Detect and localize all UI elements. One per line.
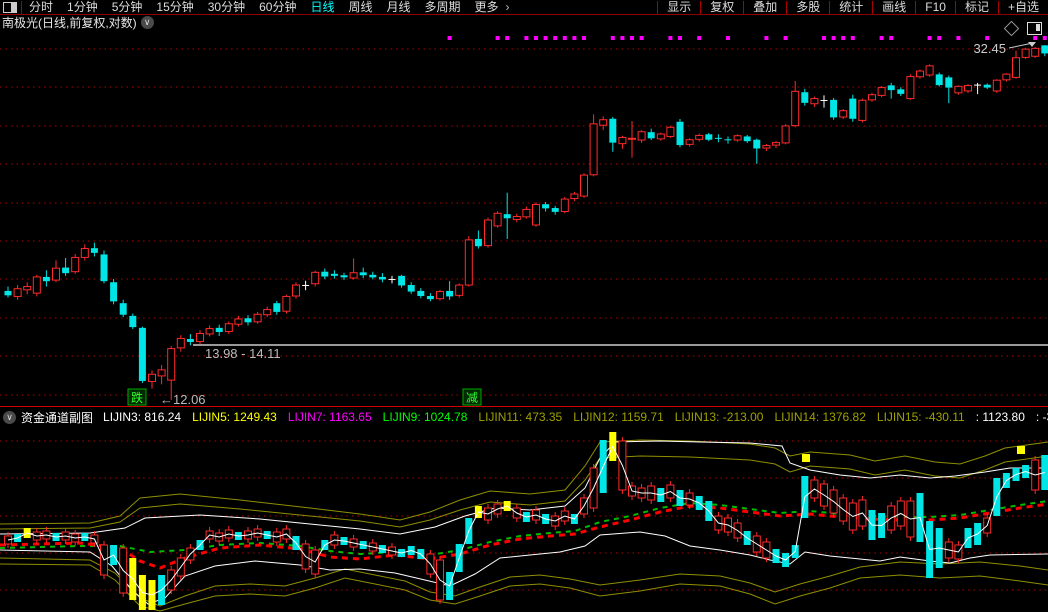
tool-button-8[interactable]: +自选: [999, 1, 1048, 14]
period-tab-7[interactable]: 周线: [341, 0, 379, 14]
main-candlestick-chart[interactable]: 13.98 - 14.11 ←12.06 32.45 跌 减: [0, 30, 1048, 406]
indicator-value-8: LIJIN15: -430.11: [877, 410, 965, 424]
chart-title-row: 南极光(日线,前复权,对数) ∨: [0, 14, 1048, 30]
period-tab-0[interactable]: 分时: [22, 0, 60, 14]
indicator-title: 资金通道副图: [21, 409, 93, 426]
indicator-value-1: LIJIN5: 1249.43: [192, 410, 277, 424]
main-chart-svg: 13.98 - 14.11 ←12.06 32.45 跌 减: [0, 30, 1048, 406]
svg-text:←12.06: ←12.06: [160, 392, 206, 406]
indicator-value-9: : 1123.80: [976, 410, 1025, 424]
tool-button-2[interactable]: 叠加: [744, 1, 786, 14]
indicator-values: LIJIN3: 816.24 LIJIN5: 1249.43 LIJIN7: 116…: [103, 410, 1048, 424]
stock-title: 南极光(日线,前复权,对数): [0, 14, 137, 31]
trading-app-window: 分时1分钟5分钟15分钟30分钟60分钟日线周线月线多周期更多 › 显示复权叠加…: [0, 0, 1048, 612]
tool-button-4[interactable]: 统计: [830, 1, 872, 14]
indicator-collapse-chevron-icon[interactable]: ∨: [3, 411, 16, 424]
period-toolbar: 分时1分钟5分钟15分钟30分钟60分钟日线周线月线多周期更多 › 显示复权叠加…: [0, 0, 1048, 15]
tool-button-3[interactable]: 多股: [787, 1, 829, 14]
period-tab-3[interactable]: 15分钟: [149, 0, 200, 14]
indicator-value-6: LIJIN13: -213.00: [675, 410, 764, 424]
window-layout-icon[interactable]: [1027, 22, 1042, 35]
svg-text:13.98 - 14.11: 13.98 - 14.11: [205, 346, 281, 361]
period-tab-1[interactable]: 1分钟: [60, 0, 105, 14]
indicator-sub-chart[interactable]: [0, 428, 1048, 612]
svg-text:32.45: 32.45: [973, 41, 1006, 56]
period-tab-4[interactable]: 30分钟: [201, 0, 252, 14]
svg-text:跌: 跌: [131, 390, 143, 405]
tool-button-0[interactable]: 显示: [658, 1, 700, 14]
indicator-header: ∨ 资金通道副图 LIJIN3: 816.24LIJIN5: 1249.43LI…: [0, 406, 1048, 427]
split-window-icon[interactable]: [3, 2, 17, 13]
indicator-value-2: LIJIN7: 1163.65: [288, 410, 372, 424]
period-tab-6[interactable]: 日线: [303, 0, 341, 14]
period-tab-9[interactable]: 多周期: [418, 0, 468, 14]
period-tab-8[interactable]: 月线: [380, 0, 418, 14]
period-tabs: 分时1分钟5分钟15分钟30分钟60分钟日线周线月线多周期更多: [22, 1, 506, 14]
svg-text:减: 减: [466, 391, 478, 405]
diamond-icon[interactable]: [1004, 21, 1020, 37]
right-tools: 显示复权叠加多股统计画线F10标记+自选: [657, 0, 1048, 14]
period-tab-5[interactable]: 60分钟: [252, 0, 303, 14]
tool-button-7[interactable]: 标记: [956, 1, 998, 14]
title-collapse-chevron-icon[interactable]: ∨: [141, 16, 154, 29]
indicator-value-10: : -39.78: [1036, 410, 1048, 424]
indicator-chart-svg: [0, 428, 1048, 612]
period-tab-10[interactable]: 更多: [468, 0, 506, 14]
indicator-value-0: LIJIN3: 816.24: [103, 410, 181, 424]
indicator-value-5: LIJIN12: 1159.71: [573, 410, 664, 424]
period-tab-2[interactable]: 5分钟: [105, 0, 150, 14]
more-arrow-icon[interactable]: ›: [506, 1, 516, 14]
tool-button-6[interactable]: F10: [916, 1, 955, 14]
indicator-value-7: LIJIN14: 1376.82: [774, 410, 865, 424]
tool-button-1[interactable]: 复权: [701, 1, 743, 14]
tool-button-5[interactable]: 画线: [873, 1, 915, 14]
indicator-value-4: LIJIN11: 473.35: [478, 410, 562, 424]
chart-corner-icons: [1006, 22, 1042, 35]
indicator-value-3: LIJIN9: 1024.78: [383, 410, 468, 424]
